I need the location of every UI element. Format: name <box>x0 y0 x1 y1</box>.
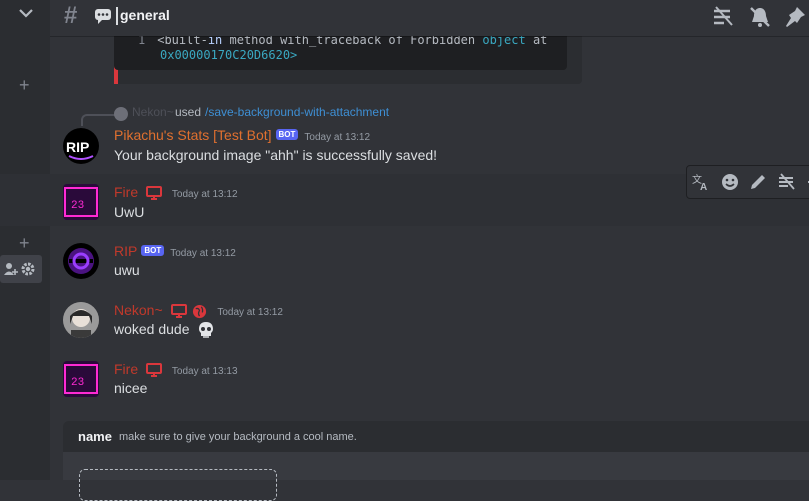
message-content-line: woked dude <box>114 321 215 339</box>
code-block: 1 <built-in method with_traceback of Forb… <box>114 30 567 70</box>
message-content: UwU <box>114 204 145 220</box>
bot-badge: BOT <box>141 244 165 256</box>
message-author-line: Fire Today at 13:13 <box>114 361 238 378</box>
message-author-line: Nekon~ Today at 13:12 <box>114 302 283 319</box>
svg-text:A: A <box>700 182 707 192</box>
desktop-icon <box>146 186 163 201</box>
desktop-icon <box>146 363 163 378</box>
skull-emoji-icon <box>199 322 214 339</box>
add-reaction-icon[interactable] <box>720 172 740 192</box>
message-content: Your background image "ahh" is successfu… <box>114 147 438 163</box>
message-4: Nekon~ Today at 13:12 woked dude <box>0 292 809 350</box>
slash-command-option-bar: name make sure to give your background a… <box>63 421 809 453</box>
message-author-line: RIP BOT Today at 13:12 <box>114 243 236 259</box>
title-divider <box>116 7 118 25</box>
message-3: RIP BOT Today at 13:12 uwu <box>0 234 809 290</box>
message-author[interactable]: Nekon~ <box>114 302 163 318</box>
message-timestamp: Today at 13:12 <box>170 248 236 259</box>
create-thread-icon[interactable] <box>776 172 796 192</box>
bot-badge: BOT <box>275 128 299 140</box>
threads-icon[interactable] <box>710 5 734 29</box>
channel-header: # general <box>50 0 809 36</box>
svg-text:23: 23 <box>71 377 84 389</box>
edit-icon[interactable] <box>748 172 768 192</box>
message-author[interactable]: RIP <box>114 243 137 259</box>
chevron-down-icon[interactable] <box>16 5 36 23</box>
message-content: woked dude <box>114 321 190 337</box>
add-channel-icon[interactable]: + <box>19 76 30 94</box>
channel-title: general <box>120 7 170 23</box>
avatar[interactable] <box>63 243 99 279</box>
chat-bubble-icon <box>95 9 111 24</box>
message-author-line: Pikachu's Stats [Test Bot] BOT Today at 13… <box>114 127 370 143</box>
reply-command[interactable]: /save-background-with-attachment <box>205 105 389 119</box>
option-description: make sure to give your background a cool… <box>119 431 357 443</box>
reply-username[interactable]: Nekon~ <box>132 105 174 119</box>
hash-icon: # <box>64 2 78 29</box>
message-content: nicee <box>114 380 148 396</box>
avatar[interactable]: RIP <box>63 128 99 164</box>
desktop-icon <box>170 304 187 319</box>
message-author[interactable]: Pikachu's Stats [Test Bot] <box>114 127 272 143</box>
code-address: 0x00000170C20D6620> <box>160 48 298 62</box>
message-author[interactable]: Fire <box>114 361 138 377</box>
more-options-icon[interactable] <box>804 172 809 192</box>
reply-used-label: used <box>175 105 202 119</box>
avatar[interactable] <box>63 302 99 338</box>
message-author-line: Fire Today at 13:12 <box>114 184 238 201</box>
svg-text:23: 23 <box>71 200 84 212</box>
message-actions-toolbar: 文A <box>686 165 809 199</box>
attachment-dropzone[interactable] <box>79 469 277 501</box>
message-author[interactable]: Fire <box>114 184 138 200</box>
pin-icon[interactable] <box>783 5 807 29</box>
globe-icon <box>193 304 207 318</box>
message-timestamp: Today at 13:12 <box>304 132 371 143</box>
svg-text:RIP: RIP <box>66 139 89 155</box>
translate-icon[interactable]: 文A <box>691 172 711 192</box>
message-timestamp: Today at 13:12 <box>171 189 238 200</box>
message-timestamp: Today at 13:13 <box>171 366 238 377</box>
avatar[interactable]: 23 <box>63 361 99 397</box>
notifications-muted-icon[interactable] <box>748 5 772 29</box>
message-5: 23 Fire Today at 13:13 nicee <box>0 351 809 409</box>
message-content: uwu <box>114 262 140 278</box>
avatar[interactable]: 23 <box>63 184 99 220</box>
message-input-area[interactable] <box>63 452 809 501</box>
message-timestamp: Today at 13:12 <box>217 307 283 318</box>
option-name[interactable]: name <box>78 429 112 444</box>
reply-avatar[interactable] <box>114 107 128 121</box>
